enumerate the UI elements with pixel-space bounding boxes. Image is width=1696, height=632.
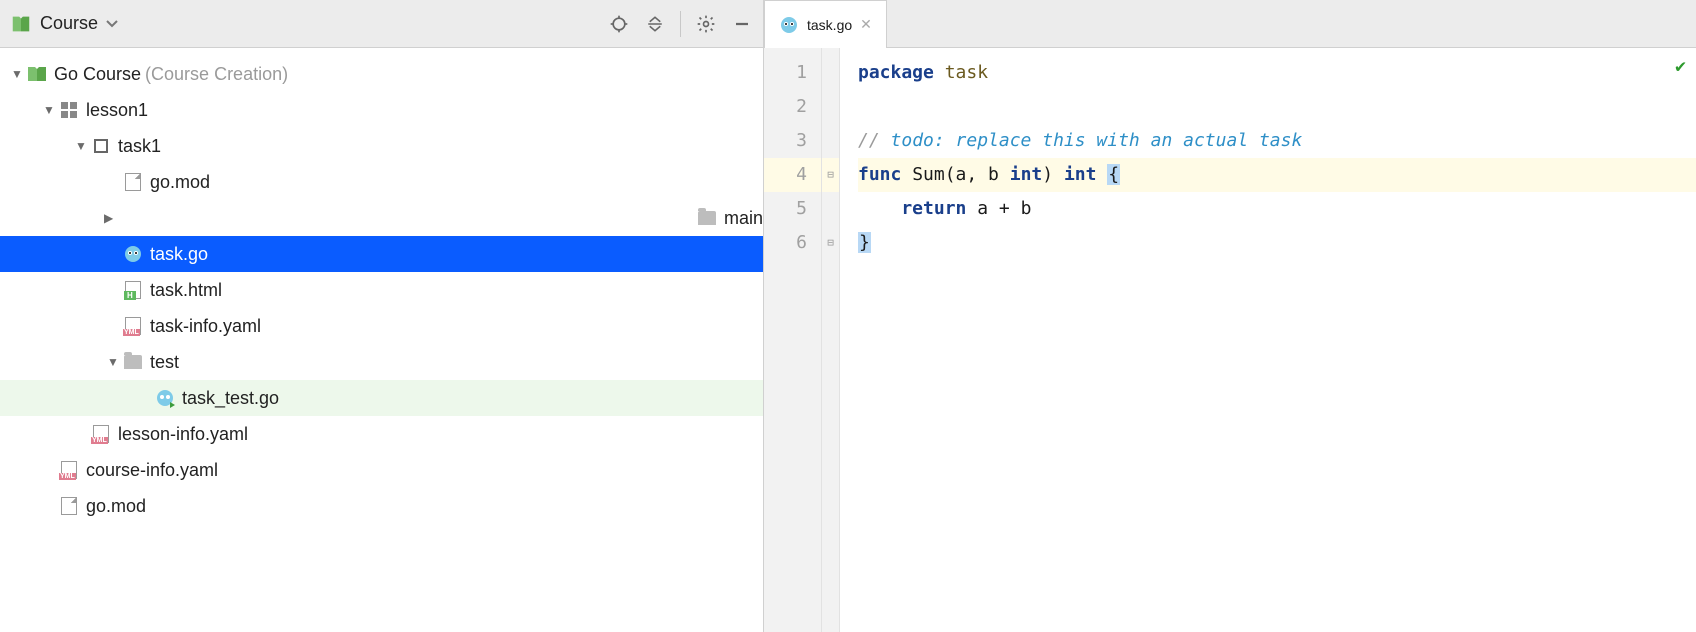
tree-test[interactable]: test xyxy=(0,344,763,380)
collapse-all-icon[interactable] xyxy=(644,13,666,35)
yaml-file-icon xyxy=(125,317,141,335)
go-file-icon xyxy=(779,15,799,35)
file-icon xyxy=(61,497,77,515)
go-file-icon xyxy=(123,244,143,264)
tree-main[interactable]: main xyxy=(0,200,763,236)
tree-rootgomod[interactable]: go.mod xyxy=(0,488,763,524)
tree-lesson1[interactable]: lesson1 xyxy=(0,92,763,128)
target-icon[interactable] xyxy=(608,13,630,35)
course-book-icon xyxy=(26,63,48,85)
tab-label: task.go xyxy=(807,17,852,33)
tree-courseinfo[interactable]: course-info.yaml xyxy=(0,452,763,488)
code-line: func Sum(a, b int) int { xyxy=(858,158,1696,192)
chevron-down-icon[interactable] xyxy=(106,20,118,28)
minimize-icon[interactable] xyxy=(731,13,753,35)
code-line: package task xyxy=(858,56,1696,90)
file-icon xyxy=(125,173,141,191)
toolbar-title-area[interactable]: Course xyxy=(10,13,118,35)
separator xyxy=(680,11,681,37)
editor-tabs: task.go ✕ xyxy=(764,0,1696,48)
code-area[interactable]: package task // todo: replace this with … xyxy=(840,48,1696,632)
close-icon[interactable]: ✕ xyxy=(860,16,872,33)
tree-root-annotation: (Course Creation) xyxy=(145,64,288,85)
go-test-file-icon xyxy=(155,388,175,408)
editor-panel: task.go ✕ 1 2 3 4 5 6 ⊟ ⊟ package task /… xyxy=(764,0,1696,632)
folder-icon xyxy=(698,211,716,225)
project-tree[interactable]: Go Course (Course Creation) lesson1 task… xyxy=(0,48,763,632)
tree-lessoninfo[interactable]: lesson-info.yaml xyxy=(0,416,763,452)
tree-task1[interactable]: task1 xyxy=(0,128,763,164)
project-toolbar: Course xyxy=(0,0,763,48)
check-icon: ✔ xyxy=(1675,56,1686,77)
tree-taskgo[interactable]: task.go xyxy=(0,236,763,272)
task-icon xyxy=(94,139,108,153)
html-file-icon xyxy=(125,281,141,299)
tree-taskinfo[interactable]: task-info.yaml xyxy=(0,308,763,344)
code-line: } xyxy=(858,226,1696,260)
line-gutter: 1 2 3 4 5 6 xyxy=(764,48,822,632)
gear-icon[interactable] xyxy=(695,13,717,35)
course-title: Course xyxy=(40,13,98,34)
lesson-icon xyxy=(61,102,77,118)
code-line: // todo: replace this with an actual tas… xyxy=(858,124,1696,158)
tree-root-label: Go Course xyxy=(54,64,141,85)
yaml-file-icon xyxy=(93,425,109,443)
project-panel: Course Go Course (Course Creation) lesso… xyxy=(0,0,764,632)
tree-taskhtml[interactable]: task.html xyxy=(0,272,763,308)
code-line xyxy=(858,90,1696,124)
tree-tasktest[interactable]: task_test.go xyxy=(0,380,763,416)
code-editor[interactable]: 1 2 3 4 5 6 ⊟ ⊟ package task // todo: re… xyxy=(764,48,1696,632)
tree-root[interactable]: Go Course (Course Creation) xyxy=(0,56,763,92)
tab-taskgo[interactable]: task.go ✕ xyxy=(764,0,887,48)
yaml-file-icon xyxy=(61,461,77,479)
fold-gutter: ⊟ ⊟ xyxy=(822,48,840,632)
tree-gomod[interactable]: go.mod xyxy=(0,164,763,200)
course-icon xyxy=(10,13,32,35)
folder-icon xyxy=(124,355,142,369)
code-line: return a + b xyxy=(858,192,1696,226)
